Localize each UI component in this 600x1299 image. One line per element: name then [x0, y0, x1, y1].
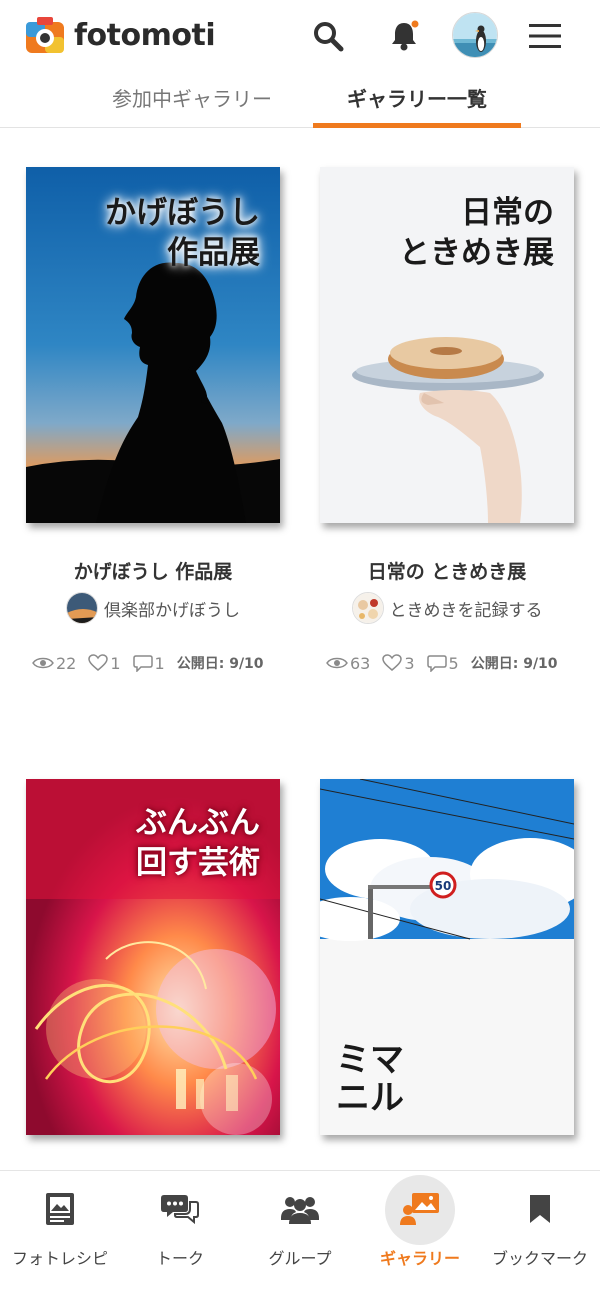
cover-title: かげぼうし 作品展 — [105, 195, 260, 271]
heart-icon — [382, 654, 403, 671]
group-icon — [280, 1189, 320, 1229]
nav-label: ギャラリー — [379, 1249, 460, 1268]
talk-icon — [160, 1189, 200, 1229]
user-avatar[interactable] — [452, 12, 498, 58]
comment-icon — [132, 655, 153, 672]
view-count: 22 — [32, 654, 76, 673]
gallery-cover-image[interactable]: かげぼうし 作品展 — [26, 167, 280, 523]
gallery-tabs: 参加中ギャラリー ギャラリー一覧 — [0, 76, 600, 128]
gallery-owner[interactable]: ときめきを記録する — [320, 592, 574, 624]
comment-icon — [426, 655, 447, 672]
gallery-cover-image[interactable]: 日常の ときめき展 — [320, 167, 574, 523]
nav-group[interactable]: グループ — [240, 1171, 360, 1299]
cover-title: ミマ ニル — [336, 1040, 404, 1118]
bottom-navigation: フォトレシピ トーク グループ ギャラリー ブックマーク — [0, 1170, 600, 1299]
like-count[interactable]: 1 — [88, 654, 121, 673]
gallery-title[interactable]: 日常の ときめき展 — [320, 557, 574, 584]
nav-label: グループ — [268, 1249, 332, 1268]
gallery-cover-image[interactable]: ぶんぶん 回す芸術 — [26, 779, 280, 1135]
cover-title: 日常の ときめき展 — [399, 195, 554, 271]
nav-label: フォトレシピ — [11, 1249, 108, 1268]
search-icon[interactable] — [308, 16, 348, 56]
publish-date: 公開日: 9/10 — [470, 656, 558, 672]
gallery-owner[interactable]: 倶楽部かげぼうし — [26, 592, 280, 624]
speed-sign-number: 50 — [435, 879, 452, 893]
owner-avatar — [66, 592, 98, 624]
menu-icon[interactable] — [525, 16, 565, 56]
nav-gallery[interactable]: ギャラリー — [360, 1171, 480, 1299]
logo-camera-icon — [26, 17, 64, 53]
notification-dot — [411, 20, 419, 28]
owner-name: 倶楽部かげぼうし — [104, 600, 240, 621]
gallery-icon — [400, 1189, 440, 1229]
like-count[interactable]: 3 — [382, 654, 415, 673]
comment-count[interactable]: 1 — [132, 654, 165, 673]
tab-gallery-list[interactable]: ギャラリー一覧 — [313, 84, 521, 128]
logo-text: fotomoti — [74, 17, 216, 53]
gallery-cover-image[interactable]: 50 ミマ ニル — [320, 779, 574, 1135]
owner-avatar — [351, 592, 384, 624]
gallery-stats: 63 3 5 公開日: 9/10 — [326, 653, 586, 673]
nav-photo-recipe[interactable]: フォトレシピ — [0, 1171, 120, 1299]
owner-name: ときめきを記録する — [389, 600, 543, 621]
nav-talk[interactable]: トーク — [120, 1171, 240, 1299]
nav-label: ブックマーク — [491, 1249, 588, 1268]
app-header: fotomoti — [0, 0, 600, 76]
tab-joined-galleries[interactable]: 参加中ギャラリー — [92, 84, 292, 128]
nav-label: トーク — [155, 1249, 204, 1268]
comment-count[interactable]: 5 — [426, 654, 459, 673]
notification-bell-icon[interactable] — [384, 16, 424, 56]
view-count: 63 — [326, 654, 370, 673]
eye-icon — [32, 657, 54, 669]
nav-bookmark[interactable]: ブックマーク — [480, 1171, 600, 1299]
heart-icon — [88, 654, 109, 671]
gallery-title[interactable]: かげぼうし 作品展 — [26, 557, 280, 584]
gallery-stats: 22 1 1 公開日: 9/10 — [32, 653, 292, 673]
bookmark-icon — [520, 1189, 560, 1229]
publish-date: 公開日: 9/10 — [176, 656, 264, 672]
photo-recipe-icon — [40, 1189, 80, 1229]
eye-icon — [326, 657, 348, 669]
fotomoti-logo[interactable]: fotomoti — [26, 17, 216, 53]
cover-title: ぶんぶん 回す芸術 — [136, 805, 260, 881]
